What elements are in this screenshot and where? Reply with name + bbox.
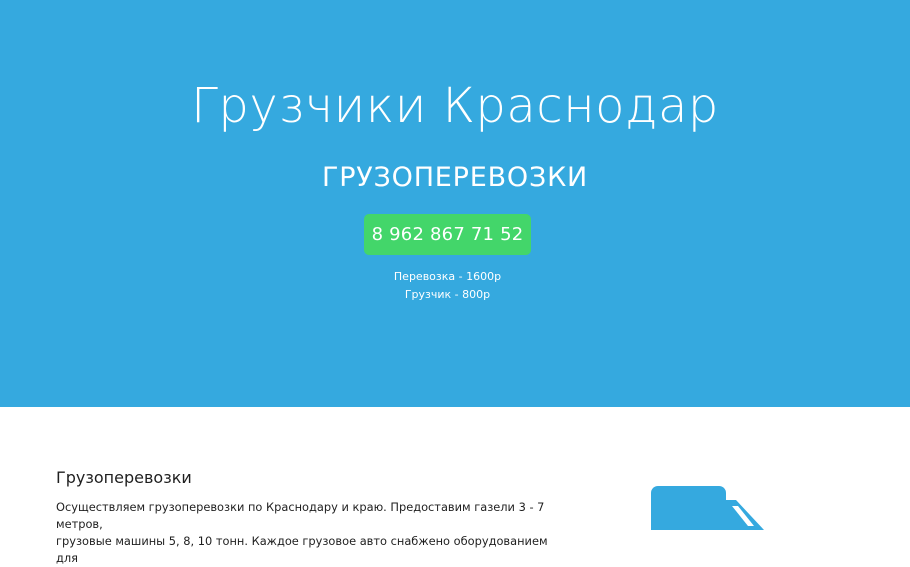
page-title: Грузчики Краснодар [191, 78, 719, 134]
truck-icon [651, 486, 764, 530]
hero-subtitle: ГРУЗОПЕРЕВОЗКИ [321, 162, 589, 193]
description-line-2: грузовые машины 5, 8, 10 тонн. Каждое гр… [56, 534, 548, 565]
section-description: Осуществляем грузоперевозки по Краснодар… [56, 499, 556, 567]
phone-call-button[interactable]: 8 962 867 71 52 [364, 214, 531, 255]
description-line-1: Осуществляем грузоперевозки по Краснодар… [56, 500, 545, 531]
hero-section: Грузчики Краснодар ГРУЗОПЕРЕВОЗКИ 8 962 … [0, 0, 910, 407]
price-loader: Грузчик - 800р [404, 288, 491, 301]
price-transport: Перевозка - 1600р [393, 270, 502, 283]
section-heading: Грузоперевозки [56, 468, 192, 487]
